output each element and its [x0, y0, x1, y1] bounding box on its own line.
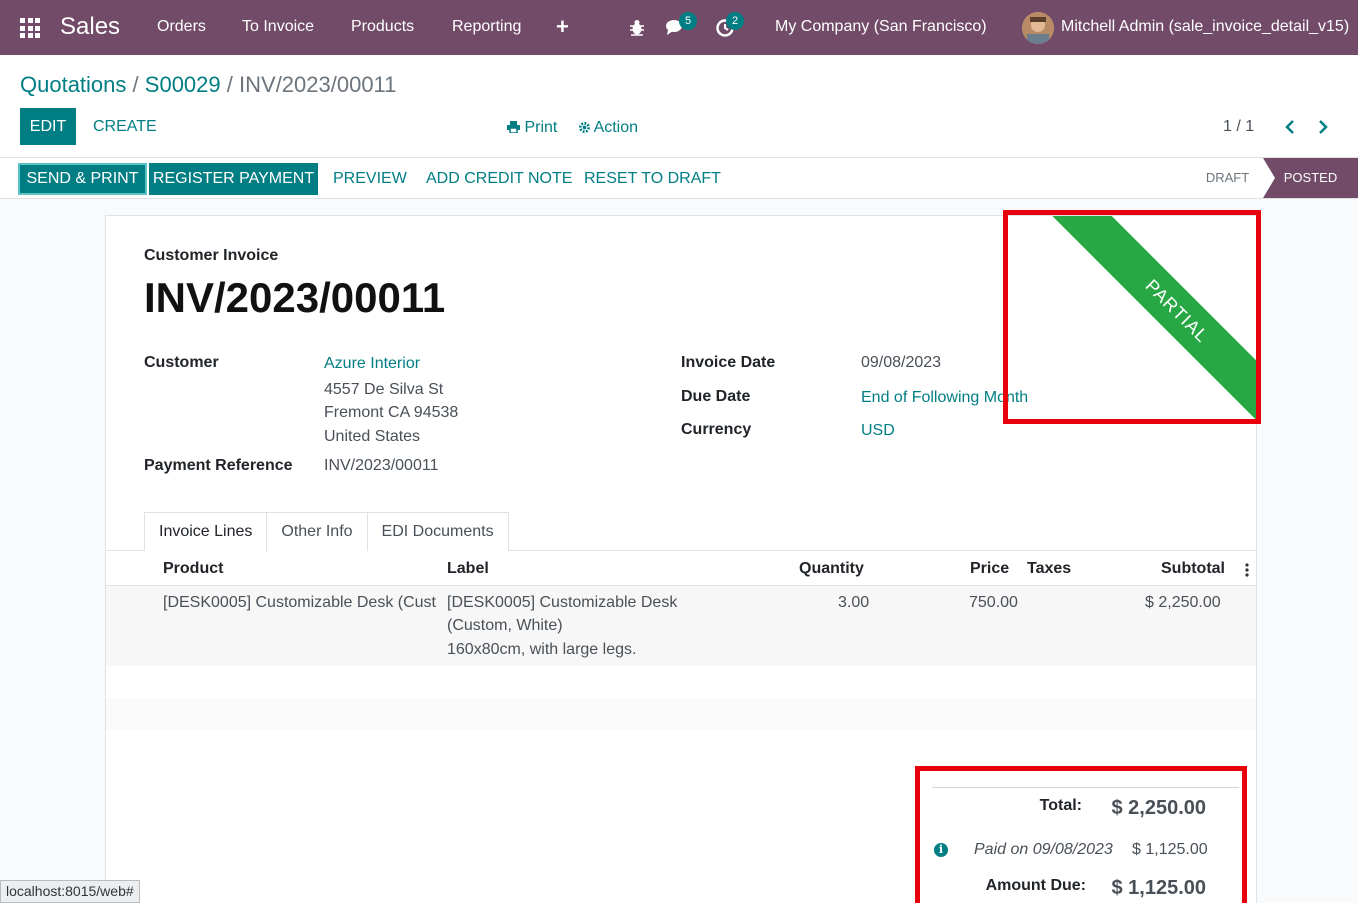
add-credit-note-button[interactable]: ADD CREDIT NOTE — [426, 170, 572, 188]
address-street: 4557 De Silva St — [324, 381, 444, 398]
menu-orders[interactable]: Orders — [157, 18, 206, 36]
gear-icon — [579, 122, 590, 133]
breadcrumb-separator: / — [226, 72, 233, 97]
quick-create-plus-icon[interactable]: + — [556, 14, 569, 40]
user-avatar[interactable] — [1022, 12, 1054, 44]
register-payment-button[interactable]: REGISTER PAYMENT — [149, 163, 318, 195]
action-label: Action — [593, 119, 639, 136]
row-label-line-3: 160x80cm, with large legs. — [447, 641, 637, 658]
status-ribbon: PARTIAL — [1006, 216, 1256, 426]
stage-draft[interactable]: DRAFT — [1190, 158, 1265, 198]
pager-previous-icon[interactable] — [1281, 117, 1299, 137]
user-menu[interactable]: Mitchell Admin (sale_invoice_detail_v15) — [1061, 18, 1349, 36]
due-date-value[interactable]: End of Following Month — [861, 389, 1028, 407]
pager-value[interactable]: 1 / 1 — [1223, 118, 1254, 136]
totals-divider — [932, 787, 1239, 788]
currency-value[interactable]: USD — [861, 422, 895, 440]
header-label[interactable]: Label — [447, 560, 489, 578]
control-panel: Quotations / S00029 / INV/2023/00011 EDI… — [0, 55, 1358, 158]
breadcrumb-separator: / — [132, 72, 139, 97]
reset-to-draft-button[interactable]: RESET TO DRAFT — [584, 170, 721, 188]
ribbon-label: PARTIAL — [1041, 216, 1256, 426]
tab-edi-documents[interactable]: EDI Documents — [366, 512, 509, 551]
total-label: Total: — [1039, 797, 1082, 814]
row-subtotal: $ 2,250.00 — [1145, 594, 1221, 611]
currency-label: Currency — [681, 421, 752, 438]
invoice-number: INV/2023/00011 — [144, 274, 446, 321]
paid-on-label: Paid on 09/08/2023 — [974, 841, 1113, 858]
menu-reporting[interactable]: Reporting — [452, 18, 521, 36]
print-icon — [507, 121, 520, 134]
company-switcher[interactable]: My Company (San Francisco) — [775, 18, 987, 36]
print-label: Print — [524, 119, 558, 136]
menu-to-invoice[interactable]: To Invoice — [242, 18, 314, 36]
status-bar: SEND & PRINT REGISTER PAYMENT PREVIEW AD… — [0, 158, 1358, 199]
print-menu[interactable]: Print — [507, 119, 557, 137]
header-taxes[interactable]: Taxes — [1027, 560, 1071, 578]
header-subtotal[interactable]: Subtotal — [1161, 560, 1225, 578]
breadcrumb: Quotations / S00029 / INV/2023/00011 — [20, 72, 396, 98]
row-label-line-1: [DESK0005] Customizable Desk — [447, 594, 678, 611]
header-product[interactable]: Product — [163, 560, 223, 578]
row-price: 750.00 — [969, 594, 1018, 611]
activities-count-badge: 2 — [726, 12, 744, 30]
customer-link[interactable]: Azure Interior — [324, 355, 420, 373]
row-quantity: 3.00 — [838, 594, 870, 611]
payment-reference-label: Payment Reference — [144, 457, 293, 474]
tab-other-info[interactable]: Other Info — [266, 512, 368, 551]
due-date-label: Due Date — [681, 388, 751, 405]
menu-products[interactable]: Products — [351, 18, 414, 36]
row-product: [DESK0005] Customizable Desk (Cust… — [163, 594, 438, 611]
breadcrumb-quotations[interactable]: Quotations — [20, 72, 126, 97]
action-menu[interactable]: Action — [579, 119, 638, 137]
document-type: Customer Invoice — [144, 247, 279, 264]
top-navbar: Sales Orders To Invoice Products Reporti… — [0, 0, 1358, 55]
preview-button[interactable]: PREVIEW — [333, 170, 407, 188]
address-city: Fremont CA 94538 — [324, 404, 459, 421]
breadcrumb-current: INV/2023/00011 — [239, 72, 397, 97]
invoice-sheet: PARTIAL Customer Invoice INV/2023/00011 … — [105, 215, 1257, 903]
customer-label: Customer — [144, 354, 219, 371]
apps-grid-icon[interactable] — [20, 18, 40, 38]
tab-invoice-lines[interactable]: Invoice Lines — [144, 512, 268, 551]
send-print-button[interactable]: SEND & PRINT — [18, 163, 147, 195]
pager-next-icon[interactable] — [1314, 117, 1332, 137]
header-quantity[interactable]: Quantity — [799, 560, 864, 578]
payment-info-icon[interactable]: i — [934, 843, 948, 857]
notebook-tabs: Invoice Lines Other Info EDI Documents — [144, 512, 509, 551]
total-amount: $ 2,250.00 — [1111, 797, 1206, 819]
amount-due-value: $ 1,125.00 — [1111, 877, 1206, 899]
status-url-tooltip: localhost:8015/web# — [0, 880, 140, 903]
messages-count-badge: 5 — [679, 12, 697, 30]
empty-table-row — [106, 698, 1256, 730]
invoice-date-value: 09/08/2023 — [861, 354, 942, 371]
optional-columns-icon[interactable] — [1245, 563, 1249, 577]
create-button[interactable]: CREATE — [93, 118, 157, 136]
breadcrumb-order[interactable]: S00029 — [145, 72, 221, 97]
row-label-line-2: (Custom, White) — [447, 617, 563, 634]
invoice-date-label: Invoice Date — [681, 354, 776, 371]
payment-reference-value: INV/2023/00011 — [324, 457, 439, 474]
app-name[interactable]: Sales — [60, 13, 120, 41]
edit-button[interactable]: EDIT — [20, 108, 76, 145]
bug-icon[interactable] — [626, 16, 648, 38]
stage-posted[interactable]: POSTED — [1263, 158, 1358, 198]
address-country: United States — [324, 428, 421, 445]
paid-amount: $ 1,125.00 — [1132, 841, 1208, 858]
header-price[interactable]: Price — [970, 560, 1009, 578]
amount-due-label: Amount Due: — [985, 877, 1086, 894]
